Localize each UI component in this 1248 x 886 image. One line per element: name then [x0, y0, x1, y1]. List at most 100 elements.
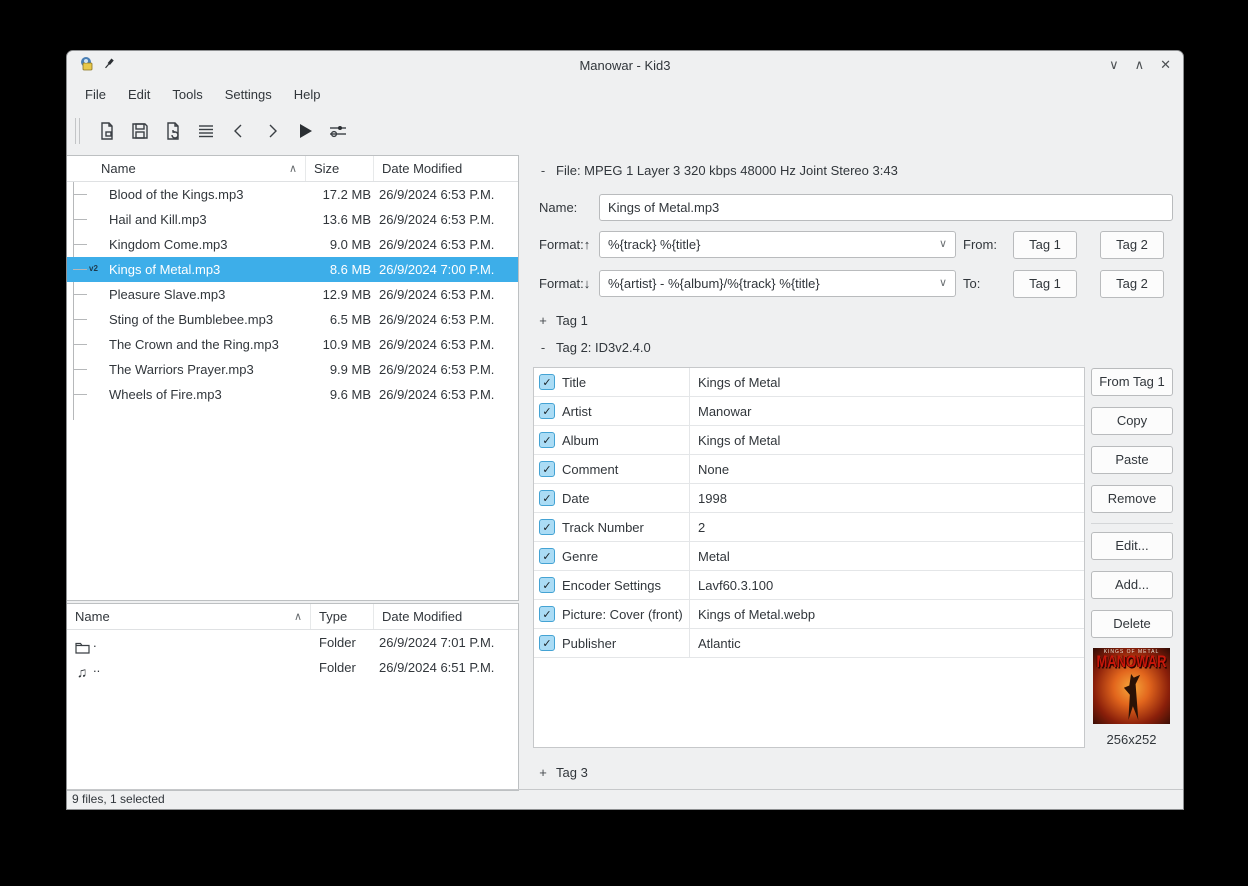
frame-checkbox[interactable]: ✓	[539, 519, 555, 535]
previous-file-icon[interactable]	[222, 115, 255, 147]
frame-row[interactable]: ✓Artist Manowar	[534, 397, 1084, 426]
toolbar-handle[interactable]	[75, 118, 80, 144]
expand-icon[interactable]: +	[539, 313, 547, 328]
file-row-selected[interactable]: v2 Kings of Metal.mp3 8.6 MB 26/9/2024 7…	[67, 257, 518, 282]
tag2-frame-table: ✓Title Kings of Metal ✓Artist Manowar ✓A…	[533, 367, 1085, 748]
format-to-filename-combobox[interactable]: %{artist} - %{album}/%{track} %{title} ∨	[599, 270, 956, 297]
frame-checkbox[interactable]: ✓	[539, 432, 555, 448]
add-button[interactable]: Add...	[1091, 571, 1173, 599]
revert-icon[interactable]	[156, 115, 189, 147]
minimize-button[interactable]: ∨	[1109, 51, 1119, 79]
frame-row[interactable]: ✓Encoder Settings Lavf60.3.100	[534, 571, 1084, 600]
paste-button[interactable]: Paste	[1091, 446, 1173, 474]
frame-row[interactable]: ✓Date 1998	[534, 484, 1084, 513]
frame-row[interactable]: ✓Genre Metal	[534, 542, 1084, 571]
file-row[interactable]: Wheels of Fire.mp3 9.6 MB 26/9/2024 6:53…	[67, 382, 518, 407]
header-date-modified[interactable]: Date Modified	[374, 604, 518, 629]
name-label: Name:	[539, 194, 577, 221]
file-row[interactable]: Blood of the Kings.mp3 17.2 MB 26/9/2024…	[67, 182, 518, 207]
menu-help[interactable]: Help	[284, 84, 331, 105]
folder-row[interactable]: . Folder 26/9/2024 7:01 P.M.	[67, 630, 518, 655]
file-list-header: Name ∧ Size Date Modified	[67, 156, 518, 182]
frame-checkbox[interactable]: ✓	[539, 403, 555, 419]
album-cover-thumbnail[interactable]: KINGS OF METAL MANOWAR	[1093, 648, 1170, 724]
file-row[interactable]: Sting of the Bumblebee.mp3 6.5 MB 26/9/2…	[67, 307, 518, 332]
menu-settings[interactable]: Settings	[215, 84, 282, 105]
file-row[interactable]: Hail and Kill.mp3 13.6 MB 26/9/2024 6:53…	[67, 207, 518, 232]
frame-value[interactable]: Atlantic	[690, 629, 1084, 657]
file-row[interactable]: Pleasure Slave.mp3 12.9 MB 26/9/2024 6:5…	[67, 282, 518, 307]
menu-file[interactable]: File	[75, 84, 116, 105]
select-all-icon[interactable]	[189, 115, 222, 147]
delete-button[interactable]: Delete	[1091, 610, 1173, 638]
status-text: 9 files, 1 selected	[72, 792, 165, 806]
header-type[interactable]: Type	[311, 604, 374, 629]
frame-checkbox[interactable]: ✓	[539, 461, 555, 477]
frame-value[interactable]: Lavf60.3.100	[690, 571, 1084, 599]
next-file-icon[interactable]	[255, 115, 288, 147]
options-icon[interactable]	[321, 115, 354, 147]
close-button[interactable]: ✕	[1160, 51, 1171, 79]
file-info: File: MPEG 1 Layer 3 320 kbps 48000 Hz J…	[556, 163, 898, 178]
remove-button[interactable]: Remove	[1091, 485, 1173, 513]
folder-list-header: Name ∧ Type Date Modified	[67, 604, 518, 630]
tag3-section-header[interactable]: + Tag 3	[539, 765, 588, 780]
frame-checkbox[interactable]: ✓	[539, 606, 555, 622]
to-tag2-button[interactable]: Tag 2	[1100, 270, 1164, 298]
menu-tools[interactable]: Tools	[162, 84, 212, 105]
menu-edit[interactable]: Edit	[118, 84, 160, 105]
pin-icon[interactable]	[103, 57, 116, 73]
maximize-button[interactable]: ∧	[1135, 51, 1145, 79]
save-icon[interactable]	[123, 115, 156, 147]
header-date-modified[interactable]: Date Modified	[374, 156, 518, 181]
file-section-header[interactable]: - File: MPEG 1 Layer 3 320 kbps 48000 Hz…	[539, 163, 898, 178]
cover-warrior-figure	[1123, 674, 1141, 720]
kid3-app-icon	[79, 56, 95, 75]
frame-row[interactable]: ✓Album Kings of Metal	[534, 426, 1084, 455]
to-tag1-button[interactable]: Tag 1	[1013, 270, 1077, 298]
frame-row[interactable]: ✓Title Kings of Metal	[534, 368, 1084, 397]
frame-row[interactable]: ✓Comment None	[534, 455, 1084, 484]
expand-icon[interactable]: +	[539, 765, 547, 780]
folder-row[interactable]: ♫ .. Folder 26/9/2024 6:51 P.M.	[67, 655, 518, 680]
frame-checkbox[interactable]: ✓	[539, 577, 555, 593]
status-bar: 9 files, 1 selected	[67, 789, 1183, 809]
to-label: To:	[963, 270, 980, 297]
frame-row[interactable]: ✓Track Number 2	[534, 513, 1084, 542]
tag1-section-header[interactable]: + Tag 1	[539, 313, 588, 328]
header-name[interactable]: Name ∧	[67, 156, 306, 181]
filename-input[interactable]: Kings of Metal.mp3	[599, 194, 1173, 221]
frame-value[interactable]: Kings of Metal	[690, 368, 1084, 396]
file-row[interactable]: Kingdom Come.mp3 9.0 MB 26/9/2024 6:53 P…	[67, 232, 518, 257]
format-from-filename-combobox[interactable]: %{track} %{title} ∨	[599, 231, 956, 258]
collapse-icon[interactable]: -	[539, 163, 547, 178]
tag2-section-header[interactable]: - Tag 2: ID3v2.4.0	[539, 340, 651, 355]
frame-value[interactable]: Manowar	[690, 397, 1084, 425]
frame-checkbox[interactable]: ✓	[539, 374, 555, 390]
frame-row[interactable]: ✓Publisher Atlantic	[534, 629, 1084, 658]
frame-value[interactable]: None	[690, 455, 1084, 483]
frame-row[interactable]: ✓Picture: Cover (front) Kings of Metal.w…	[534, 600, 1084, 629]
frame-checkbox[interactable]: ✓	[539, 635, 555, 651]
titlebar[interactable]: Manowar - Kid3 ∨ ∧ ✕	[67, 51, 1183, 79]
frame-checkbox[interactable]: ✓	[539, 548, 555, 564]
frame-checkbox[interactable]: ✓	[539, 490, 555, 506]
collapse-icon[interactable]: -	[539, 340, 547, 355]
edit-button[interactable]: Edit...	[1091, 532, 1173, 560]
play-icon[interactable]	[288, 115, 321, 147]
open-file-icon[interactable]	[90, 115, 123, 147]
file-row[interactable]: The Crown and the Ring.mp3 10.9 MB 26/9/…	[67, 332, 518, 357]
file-row[interactable]: The Warriors Prayer.mp3 9.9 MB 26/9/2024…	[67, 357, 518, 382]
from-tag2-button[interactable]: Tag 2	[1100, 231, 1164, 259]
cover-band-name: MANOWAR	[1093, 652, 1170, 671]
frame-value[interactable]: Kings of Metal	[690, 426, 1084, 454]
copy-button[interactable]: Copy	[1091, 407, 1173, 435]
header-size[interactable]: Size	[306, 156, 374, 181]
header-name[interactable]: Name ∧	[67, 604, 311, 629]
frame-value[interactable]: 2	[690, 513, 1084, 541]
from-tag1-copy-button[interactable]: From Tag 1	[1091, 368, 1173, 396]
frame-value[interactable]: 1998	[690, 484, 1084, 512]
frame-value[interactable]: Kings of Metal.webp	[690, 600, 1084, 628]
frame-value[interactable]: Metal	[690, 542, 1084, 570]
from-tag1-button[interactable]: Tag 1	[1013, 231, 1077, 259]
